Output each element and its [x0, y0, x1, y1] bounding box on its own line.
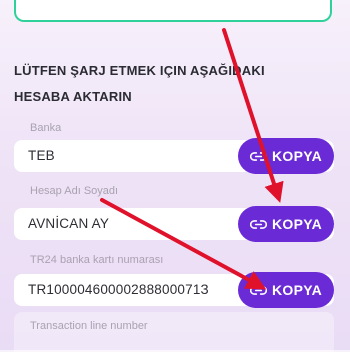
copy-card-number-button[interactable]: KOPYA — [238, 272, 334, 308]
link-icon — [249, 219, 267, 229]
copy-account-holder-label: KOPYA — [271, 216, 322, 232]
top-input-box[interactable] — [14, 0, 332, 22]
transfer-instructions-heading: LÜTFEN ŞARJ ETMEK IÇIN AŞAĞIDAKI HESABA … — [14, 63, 265, 104]
copy-account-holder-button[interactable]: KOPYA — [238, 206, 334, 242]
account-holder-field: AVNİCAN AY KOPYA — [14, 206, 334, 242]
bank-value: TEB — [28, 148, 55, 163]
copy-bank-label: KOPYA — [271, 148, 322, 164]
bank-label: Banka — [30, 122, 62, 134]
account-holder-value: AVNİCAN AY — [28, 216, 110, 231]
card-number-label: TR24 banka kartı numarası — [30, 254, 164, 266]
account-holder-label: Hesap Adı Soyadı — [30, 185, 119, 197]
card-number-value: TR10000460000288800071З — [28, 282, 209, 297]
link-icon — [249, 285, 267, 295]
copy-bank-button[interactable]: KOPYA — [238, 138, 334, 174]
transaction-line-field[interactable] — [14, 312, 334, 352]
card-number-field: TR10000460000288800071З KOPYA — [14, 272, 334, 308]
link-icon — [249, 151, 267, 161]
copy-card-number-label: KOPYA — [271, 282, 322, 298]
bank-field: TEB KOPYA — [14, 138, 334, 174]
transaction-line-label: Transaction line number — [30, 320, 148, 332]
